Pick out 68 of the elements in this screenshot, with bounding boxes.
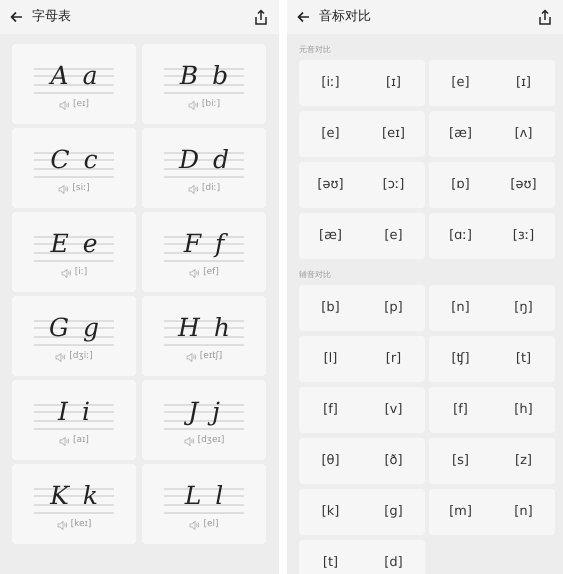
letter-card[interactable]: L l [el] [142,464,266,544]
letter-card[interactable]: G g [dʒiː] [12,296,136,376]
letter-card[interactable]: D d [diː] [142,128,266,208]
uppercase-letter: K [48,480,71,512]
letter-card[interactable]: C c [siː] [12,128,136,208]
uppercase-letter: C [49,144,71,176]
uppercase-letter: J [186,392,200,432]
letter-card[interactable]: B b [biː] [142,44,266,124]
phonetic-text: [biː] [202,98,220,112]
uppercase-letter: H [176,312,202,344]
speaker-icon [188,100,199,110]
phonetic-text: [siː] [72,182,90,196]
lowercase-letter: i [80,396,91,428]
lowercase-letter: j [210,392,222,432]
lowercase-letter: l [214,480,224,512]
speaker-icon [58,184,70,194]
share-icon[interactable] [253,8,269,26]
share-icon[interactable] [537,8,553,26]
speaker-icon [184,436,195,446]
speaker-icon [59,100,70,110]
letter-card[interactable]: A a [eɪ] [12,44,136,124]
speaker-icon [188,184,199,194]
phonetic-text: [eɪtʃ] [200,350,222,364]
letter-card[interactable]: K k [keɪ] [12,464,136,544]
speaker-icon [60,268,72,278]
lowercase-letter: k [82,480,99,512]
phonetic-text: [dʒeɪ] [198,434,224,448]
section-label: 辅音对比 [298,269,332,281]
lowercase-letter: h [212,312,231,344]
back-icon[interactable] [297,10,311,24]
uppercase-letter: D [178,144,200,176]
lowercase-letter: d [212,144,230,176]
phonetic-text: [keɪ] [70,518,92,532]
phonetic-text: [dʒiː] [69,350,93,364]
phonetic-text: [eɪ] [73,98,89,112]
lowercase-letter: a [82,60,98,92]
uppercase-letter: F [182,228,203,260]
letter-card[interactable]: F f [ef] [142,212,266,292]
speaker-icon [55,352,66,362]
phonetic-text: [el] [203,518,219,532]
speaker-icon [186,352,197,362]
lowercase-letter: c [82,144,99,176]
uppercase-letter: G [48,312,70,344]
phonetic-text: [iː] [74,266,88,280]
letter-card[interactable]: I i [aɪ] [12,380,136,460]
uppercase-letter: A [48,60,70,92]
screen-title: 字母表 [32,8,72,26]
letter-card[interactable]: E e [iː] [12,212,136,292]
lowercase-letter: b [211,60,230,92]
lowercase-letter: e [82,228,99,260]
phonetic-text: [diː] [202,182,220,196]
screen-title: 音标对比 [319,8,372,26]
back-icon[interactable] [10,10,24,24]
lowercase-letter: f [213,224,226,264]
letter-card[interactable]: H h [eɪtʃ] [142,296,266,376]
uppercase-letter: L [184,480,202,512]
uppercase-letter: E [49,228,70,260]
speaker-icon [189,268,200,278]
speaker-icon [56,520,68,530]
section-label: 元音对比 [298,44,332,56]
letter-card[interactable]: J j [dʒeɪ] [142,380,266,460]
phonetic-text: [ef] [203,266,219,280]
uppercase-letter: I [56,396,70,428]
phonetic-text: [aɪ] [73,434,89,448]
lowercase-letter: g [82,312,100,344]
uppercase-letter: B [178,60,200,92]
speaker-icon [189,520,200,530]
speaker-icon [59,436,70,446]
